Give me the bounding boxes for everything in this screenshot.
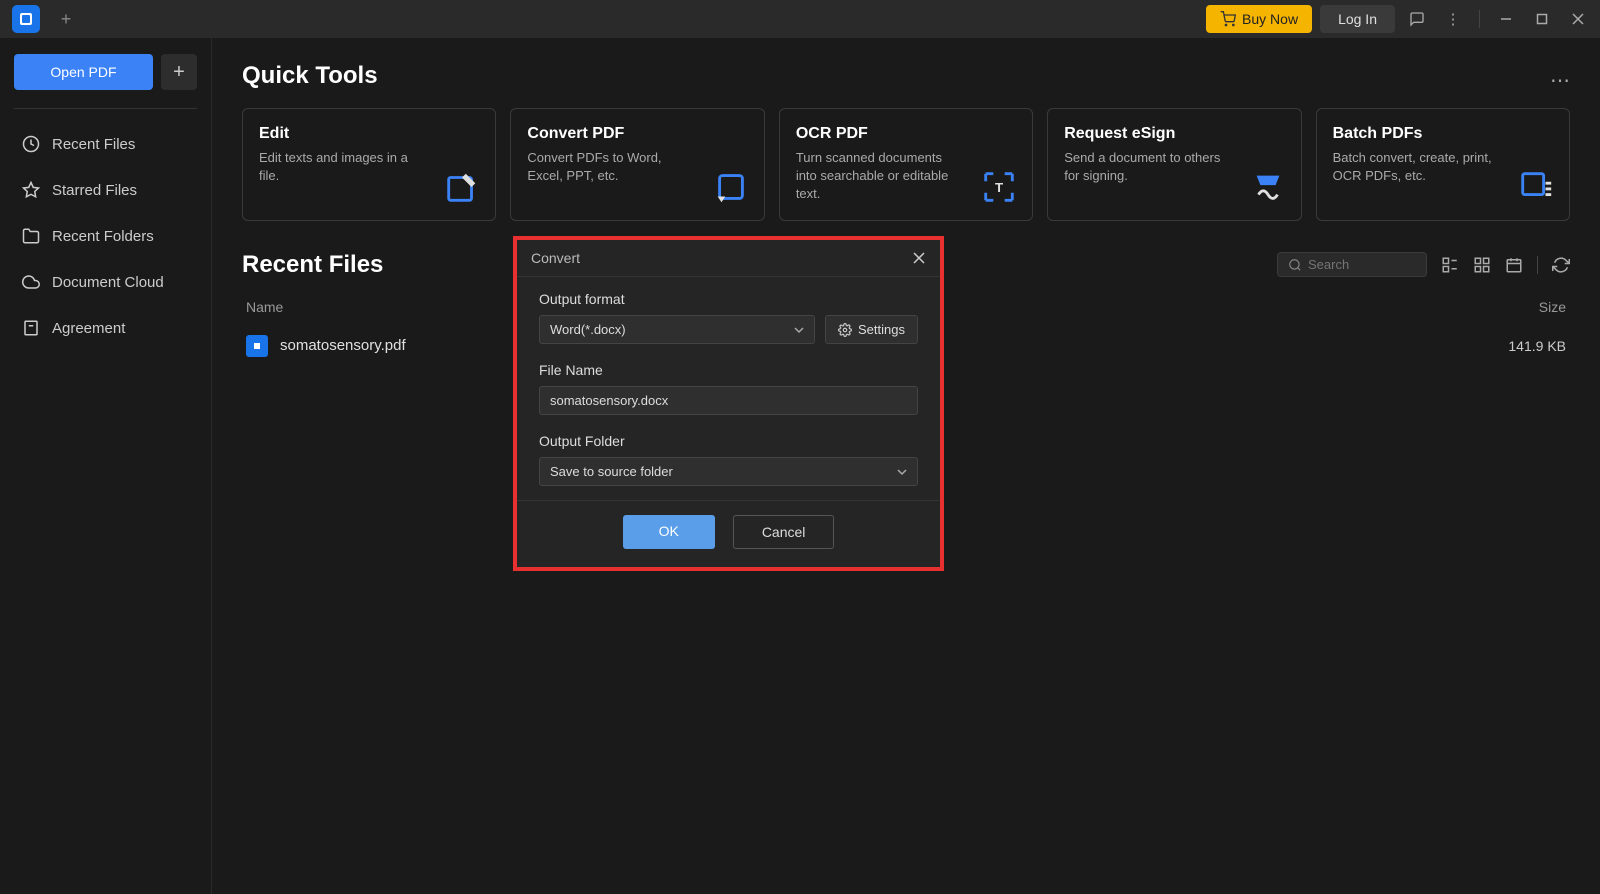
output-folder-value: Save to source folder: [550, 464, 673, 479]
tool-card-batch[interactable]: Batch PDFs Batch convert, create, print,…: [1316, 108, 1570, 221]
sidebar-item-label: Recent Files: [52, 136, 135, 153]
grid-view-button[interactable]: [1473, 256, 1491, 274]
output-folder-label: Output Folder: [539, 433, 918, 449]
recent-toolbar: [1277, 252, 1570, 277]
star-icon: [22, 181, 40, 199]
open-pdf-label: Open PDF: [50, 64, 116, 80]
dialog-footer: OK Cancel: [517, 500, 940, 567]
list-view-button[interactable]: [1441, 256, 1459, 274]
output-format-label: Output format: [539, 291, 918, 307]
buy-now-label: Buy Now: [1242, 11, 1298, 27]
tool-title: Convert PDF: [527, 125, 747, 143]
app-logo[interactable]: [12, 5, 40, 33]
login-label: Log In: [1338, 11, 1377, 27]
settings-label: Settings: [858, 322, 905, 337]
file-name-input[interactable]: [539, 386, 918, 415]
output-settings-button[interactable]: Settings: [825, 315, 918, 344]
esign-icon: [1249, 168, 1287, 206]
tool-title: Batch PDFs: [1333, 125, 1553, 143]
date-view-button[interactable]: [1505, 256, 1523, 274]
convert-icon: [712, 168, 750, 206]
sidebar: Open PDF + Recent Files Starred Files Re…: [0, 38, 212, 894]
convert-dialog: Convert Output format Word(*.docx) Setti…: [513, 236, 944, 571]
gear-icon: [838, 323, 852, 337]
title-bar-right: Buy Now Log In ⋮: [1206, 5, 1592, 33]
dialog-close-button[interactable]: [912, 251, 926, 265]
tool-card-esign[interactable]: Request eSign Send a document to others …: [1047, 108, 1301, 221]
title-bar-left: +: [8, 5, 80, 33]
output-format-value: Word(*.docx): [550, 322, 626, 337]
chevron-down-icon: [897, 467, 907, 477]
title-bar: + Buy Now Log In ⋮: [0, 0, 1600, 38]
sidebar-item-recent-folders[interactable]: Recent Folders: [14, 213, 197, 259]
cloud-icon: [22, 273, 40, 291]
dialog-body: Output format Word(*.docx) Settings File…: [517, 277, 940, 500]
tool-card-ocr[interactable]: OCR PDF Turn scanned documents into sear…: [779, 108, 1033, 221]
dialog-title-bar: Convert: [517, 240, 940, 277]
minimize-button[interactable]: [1492, 5, 1520, 33]
chevron-down-icon: [794, 325, 804, 335]
pdf-file-icon: [246, 335, 268, 357]
refresh-button[interactable]: [1552, 256, 1570, 274]
new-file-button[interactable]: +: [161, 54, 197, 90]
sidebar-item-label: Agreement: [52, 320, 125, 337]
more-menu-button[interactable]: ⋮: [1439, 5, 1467, 33]
sidebar-item-label: Starred Files: [52, 182, 137, 199]
column-size[interactable]: Size: [1466, 299, 1566, 315]
sidebar-item-label: Recent Folders: [52, 228, 154, 245]
output-format-select[interactable]: Word(*.docx): [539, 315, 815, 344]
cart-icon: [1220, 11, 1236, 27]
recent-files-title: Recent Files: [242, 251, 383, 279]
dialog-title: Convert: [531, 250, 580, 266]
svg-text:T: T: [995, 179, 1003, 194]
sidebar-top: Open PDF +: [14, 54, 197, 90]
feedback-icon[interactable]: [1403, 5, 1431, 33]
quick-tools-title: Quick Tools: [242, 62, 1570, 90]
quick-tools-more-button[interactable]: ⋯: [1550, 68, 1570, 93]
sidebar-item-label: Document Cloud: [52, 274, 164, 291]
ok-button[interactable]: OK: [623, 515, 715, 549]
separator: [1537, 256, 1538, 274]
sidebar-item-recent-files[interactable]: Recent Files: [14, 121, 197, 167]
batch-icon: [1517, 168, 1555, 206]
close-icon: [912, 251, 926, 265]
sidebar-item-agreement[interactable]: Agreement: [14, 305, 197, 351]
search-icon: [1288, 258, 1302, 272]
folder-icon: [22, 227, 40, 245]
sidebar-item-document-cloud[interactable]: Document Cloud: [14, 259, 197, 305]
quick-tools-row: Edit Edit texts and images in a file. Co…: [242, 108, 1570, 221]
output-folder-select[interactable]: Save to source folder: [539, 457, 918, 486]
tool-title: OCR PDF: [796, 125, 1016, 143]
ok-label: OK: [659, 523, 679, 539]
login-button[interactable]: Log In: [1320, 5, 1395, 33]
close-window-button[interactable]: [1564, 5, 1592, 33]
new-tab-button[interactable]: +: [52, 5, 80, 33]
search-box[interactable]: [1277, 252, 1427, 277]
sidebar-divider: [14, 108, 197, 109]
cancel-button[interactable]: Cancel: [733, 515, 835, 549]
sidebar-item-starred-files[interactable]: Starred Files: [14, 167, 197, 213]
tool-card-convert[interactable]: Convert PDF Convert PDFs to Word, Excel,…: [510, 108, 764, 221]
file-name-label: File Name: [539, 362, 918, 378]
file-size: 141.9 KB: [1466, 338, 1566, 354]
buy-now-button[interactable]: Buy Now: [1206, 5, 1312, 33]
ocr-icon: T: [980, 168, 1018, 206]
open-pdf-button[interactable]: Open PDF: [14, 54, 153, 90]
tool-title: Edit: [259, 125, 479, 143]
edit-icon: [443, 168, 481, 206]
search-input[interactable]: [1308, 257, 1416, 272]
tool-card-edit[interactable]: Edit Edit texts and images in a file.: [242, 108, 496, 221]
tool-title: Request eSign: [1064, 125, 1284, 143]
separator: [1479, 10, 1480, 28]
maximize-button[interactable]: [1528, 5, 1556, 33]
clock-icon: [22, 135, 40, 153]
document-icon: [22, 319, 40, 337]
cancel-label: Cancel: [762, 524, 806, 540]
